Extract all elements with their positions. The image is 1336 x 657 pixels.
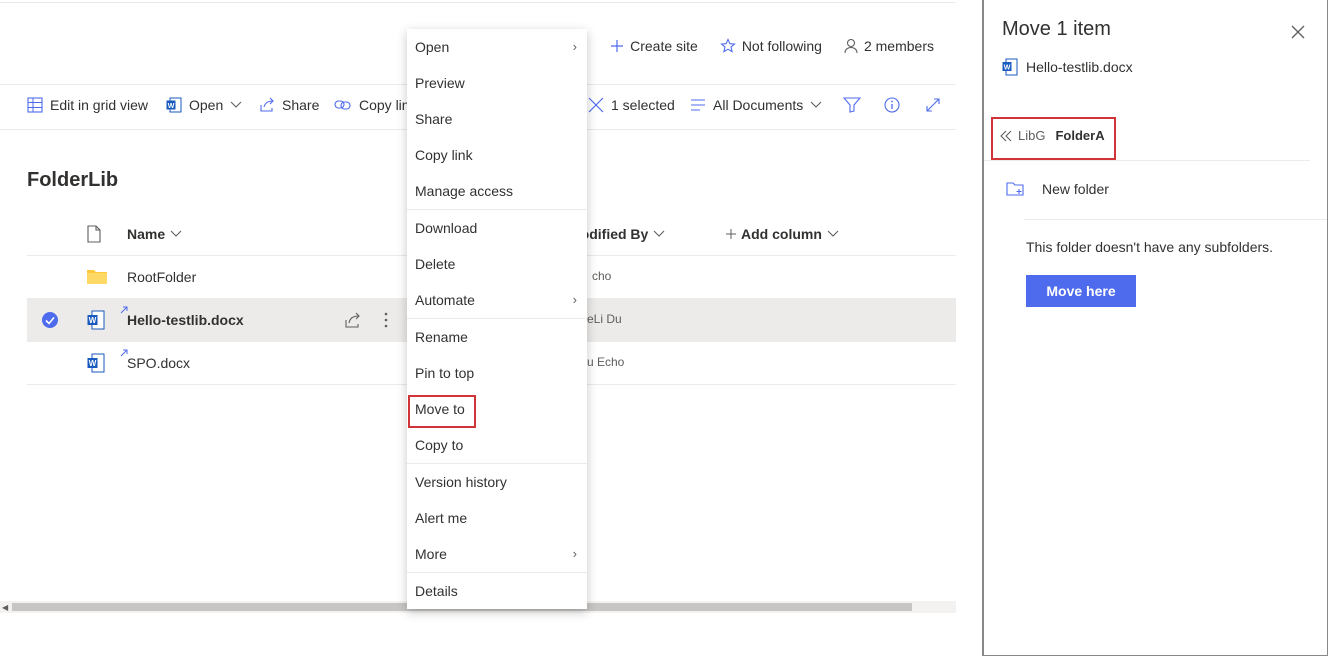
chevron-down-icon <box>827 230 839 238</box>
modified-by-cell: cho <box>592 269 612 283</box>
svg-text:W: W <box>168 103 175 110</box>
expand-button[interactable] <box>925 97 941 113</box>
chevron-right-icon: › <box>572 39 577 54</box>
svg-text:W: W <box>89 316 97 325</box>
checkmark-icon[interactable] <box>41 311 59 329</box>
menu-item-manage-access[interactable]: Manage access <box>407 173 587 209</box>
top-divider <box>0 2 956 3</box>
svg-text:W: W <box>1004 65 1011 72</box>
breadcrumb-parent[interactable]: LibG <box>1018 128 1045 143</box>
menu-item-preview[interactable]: Preview <box>407 65 587 101</box>
move-here-button[interactable]: Move here <box>1026 275 1136 307</box>
plus-icon <box>610 39 624 53</box>
menu-item-details[interactable]: Details <box>407 573 587 609</box>
plus-icon <box>726 229 736 239</box>
star-icon <box>719 38 736 54</box>
modified-by-cell: eLi Du <box>587 312 622 326</box>
person-icon <box>844 38 858 54</box>
create-site-button[interactable]: Create site <box>610 38 698 54</box>
menu-item-open[interactable]: Open › <box>407 29 587 65</box>
move-panel: Move 1 item W Hello-testlib.docx LibG Fo… <box>982 0 1328 656</box>
document-icon <box>87 225 101 243</box>
grid-icon <box>27 97 43 113</box>
add-column-header[interactable]: Add column <box>726 226 839 242</box>
close-icon <box>588 97 604 113</box>
chevron-down-icon <box>170 230 182 238</box>
selection-count-button[interactable]: 1 selected <box>588 97 675 113</box>
menu-item-share[interactable]: Share <box>407 101 587 137</box>
info-icon <box>884 97 900 113</box>
share-button[interactable]: Share <box>259 97 319 113</box>
link-icon <box>334 99 352 111</box>
share-icon[interactable] <box>344 311 362 329</box>
panel-divider <box>984 160 1310 161</box>
word-icon: W <box>1002 58 1018 76</box>
chevron-right-icon: › <box>572 292 577 307</box>
menu-item-rename[interactable]: Rename <box>407 319 587 355</box>
move-to-highlight <box>408 395 476 428</box>
panel-title: Move 1 item <box>1002 18 1111 40</box>
edit-grid-view-button[interactable]: Edit in grid view <box>27 97 148 113</box>
new-folder-button[interactable]: New folder <box>1006 181 1109 197</box>
folder-icon <box>87 268 107 284</box>
no-subfolders-message: This folder doesn't have any subfolders. <box>1026 239 1274 255</box>
modified-by-cell: u Echo <box>587 355 625 369</box>
menu-item-pin-to-top[interactable]: Pin to top <box>407 355 587 391</box>
open-button[interactable]: W Open <box>166 97 242 113</box>
word-icon: W <box>87 353 105 373</box>
chevron-down-icon <box>653 230 665 238</box>
name-column-header[interactable]: Name <box>127 226 182 242</box>
menu-item-version-history[interactable]: Version history <box>407 464 587 500</box>
moving-file: W Hello-testlib.docx <box>1002 58 1133 76</box>
chevron-down-icon <box>230 101 242 109</box>
panel-divider <box>1024 219 1327 220</box>
svg-text:W: W <box>89 359 97 368</box>
scroll-left-icon[interactable]: ◀ <box>2 603 8 612</box>
filter-button[interactable] <box>843 97 861 113</box>
info-button[interactable] <box>884 97 900 113</box>
more-options-icon[interactable] <box>383 311 389 329</box>
file-type-column-header[interactable] <box>87 225 101 243</box>
close-icon <box>1291 25 1305 39</box>
file-name[interactable]: SPO.docx <box>127 355 190 371</box>
context-menu: Open › Preview Share Copy link Manage acc… <box>407 29 587 609</box>
share-icon <box>259 97 275 113</box>
list-icon <box>690 98 706 112</box>
chevron-down-icon <box>810 101 822 109</box>
members-button[interactable]: 2 members <box>844 38 934 54</box>
copy-link-button[interactable]: Copy lin <box>334 97 410 113</box>
file-name[interactable]: Hello-testlib.docx <box>127 312 244 328</box>
menu-item-copy-link[interactable]: Copy link <box>407 137 587 173</box>
follow-button[interactable]: Not following <box>719 38 822 54</box>
modified-by-column-header[interactable]: Modified By <box>578 226 673 242</box>
menu-item-delete[interactable]: Delete <box>407 246 587 282</box>
menu-item-more[interactable]: More › <box>407 536 587 572</box>
word-icon: W <box>87 310 105 330</box>
view-selector[interactable]: All Documents <box>690 97 822 113</box>
double-chevron-left-icon[interactable] <box>1000 130 1012 142</box>
moving-file-name: Hello-testlib.docx <box>1026 59 1133 75</box>
file-name[interactable]: RootFolder <box>127 269 196 285</box>
filter-icon <box>843 97 861 113</box>
word-icon: W <box>166 97 182 113</box>
menu-item-automate[interactable]: Automate › <box>407 282 587 318</box>
menu-item-alert-me[interactable]: Alert me <box>407 500 587 536</box>
breadcrumb: LibG FolderA <box>1000 128 1105 143</box>
breadcrumb-current: FolderA <box>1055 128 1105 143</box>
close-button[interactable] <box>1291 22 1305 45</box>
menu-item-download[interactable]: Download <box>407 210 587 246</box>
chevron-right-icon: › <box>572 546 577 561</box>
new-folder-icon <box>1006 181 1024 197</box>
library-title: FolderLib <box>27 169 119 191</box>
site-header: p Create site Not following 2 members <box>574 38 934 54</box>
expand-icon <box>925 97 941 113</box>
menu-item-copy-to[interactable]: Copy to <box>407 427 587 463</box>
